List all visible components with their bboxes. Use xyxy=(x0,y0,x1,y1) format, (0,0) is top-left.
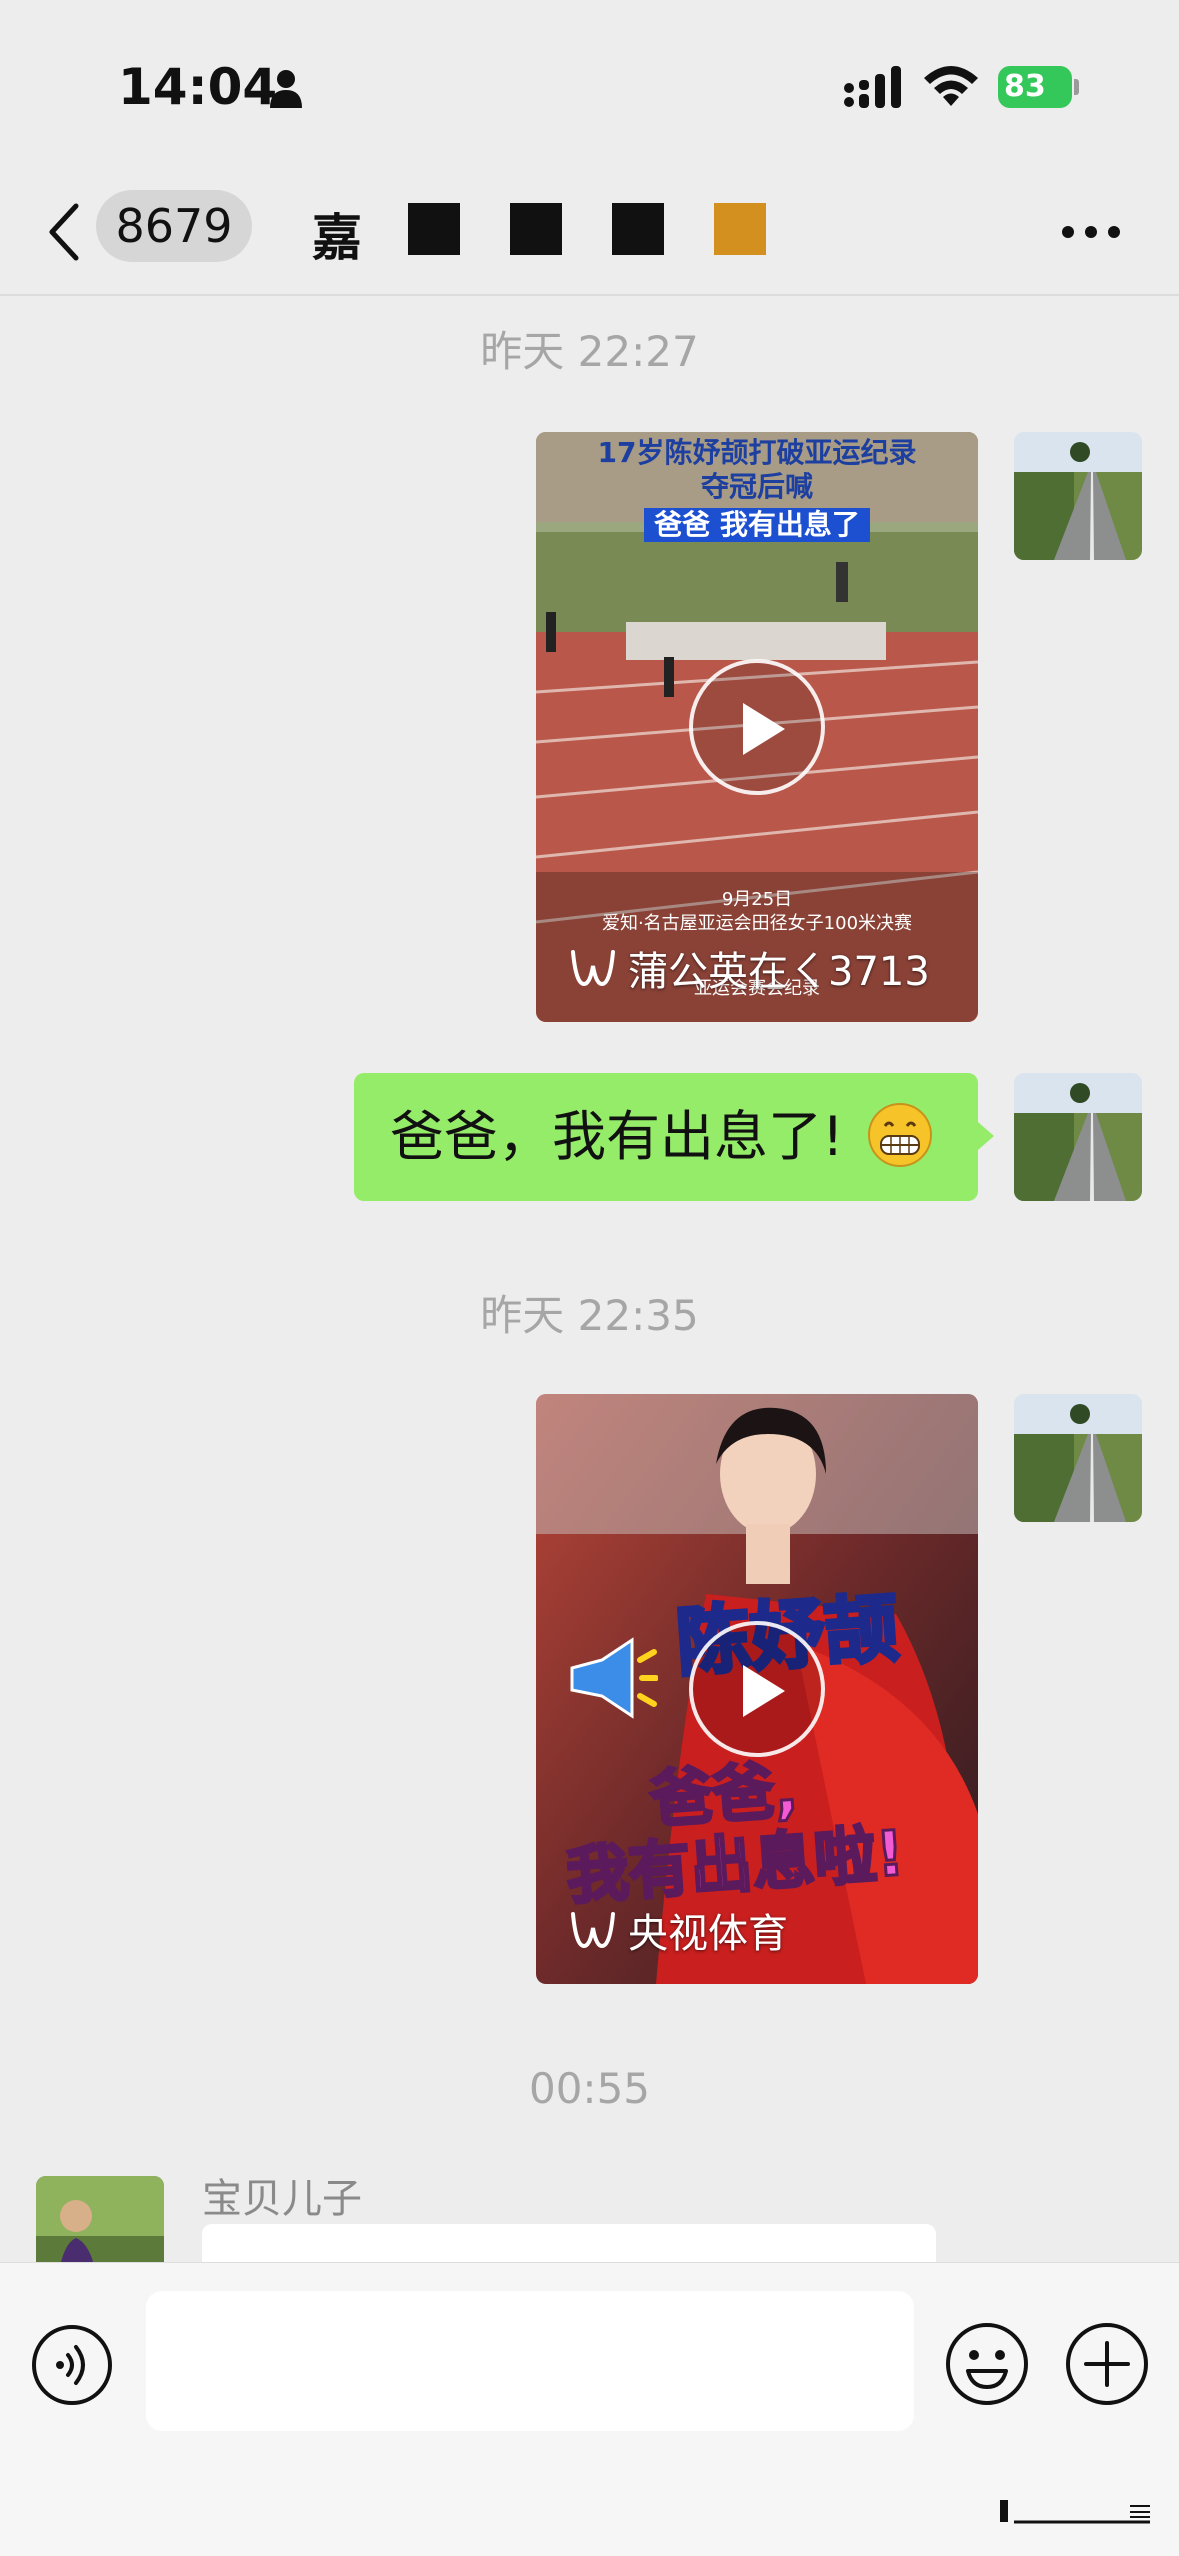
person-icon xyxy=(270,70,302,108)
video-message[interactable]: 17岁陈妤颉打破亚运纪录 夺冠后喊 爸爸 我有出息了 9月25日 爱知·名古屋亚… xyxy=(536,432,978,1022)
megaphone-icon xyxy=(570,1637,658,1719)
redaction-block xyxy=(408,203,460,255)
channels-icon xyxy=(571,1912,615,1949)
message-timestamp: 昨天 22:27 xyxy=(480,327,699,376)
home-indicator xyxy=(1000,2500,1150,2524)
channel-name: 蒲公英在ㄑ3713 xyxy=(628,949,930,995)
more-icon[interactable] xyxy=(1060,222,1122,242)
video-overlay-headline: 爸爸 我有出息了 xyxy=(644,508,870,542)
avatar[interactable] xyxy=(1014,432,1142,560)
video-caption-line: 爱知·名古屋亚运会田径女子100米决赛 xyxy=(601,913,913,934)
video-overlay-subtitle: 夺冠后喊 xyxy=(700,470,813,503)
battery-indicator: 83 xyxy=(998,66,1072,108)
video-message[interactable]: 陈妤颉 爸爸, 我有出息啦! 央视体育 xyxy=(536,1394,978,1984)
back-icon[interactable] xyxy=(44,202,82,262)
message-timestamp: 00:55 xyxy=(528,2064,651,2113)
wifi-icon xyxy=(924,66,978,106)
channel-source: 蒲公英在ㄑ3713 xyxy=(570,940,930,996)
status-time: 14:04 xyxy=(118,58,278,116)
message-text: 爸爸，我有出息了! xyxy=(390,1105,844,1168)
message-timestamp: 昨天 22:35 xyxy=(480,1291,699,1340)
outgoing-text-bubble[interactable]: 爸爸，我有出息了! xyxy=(354,1073,978,1201)
redaction-block xyxy=(714,203,766,255)
header-divider xyxy=(0,294,1179,296)
video-caption-date: 9月25日 xyxy=(721,889,793,910)
channel-source: 央视体育 xyxy=(570,1902,788,1958)
play-icon xyxy=(743,703,785,755)
signal-icon xyxy=(844,66,901,108)
chat-header: 8679 嘉 xyxy=(0,170,1179,294)
redaction-block xyxy=(612,203,664,255)
sender-name: 宝贝儿子 xyxy=(202,2176,362,2222)
avatar[interactable] xyxy=(1014,1073,1142,1201)
chat-title: 嘉 xyxy=(312,209,362,267)
redaction-block xyxy=(510,203,562,255)
battery-level: 83 xyxy=(1004,69,1046,104)
play-button[interactable] xyxy=(689,659,825,795)
emoji-icon[interactable] xyxy=(944,2321,1030,2407)
video-overlay-title: 17岁陈妤颉打破亚运纪录 xyxy=(597,436,917,469)
play-icon xyxy=(743,1665,785,1717)
grin-emoji-icon xyxy=(867,1103,932,1168)
status-bar: 14:04 83 xyxy=(0,0,1179,170)
bubble-tail xyxy=(978,1122,994,1150)
unread-count-badge[interactable]: 8679 xyxy=(96,190,252,262)
battery-cap xyxy=(1074,79,1079,95)
message-input[interactable] xyxy=(146,2291,914,2431)
plus-icon[interactable] xyxy=(1064,2321,1150,2407)
voice-icon[interactable] xyxy=(30,2323,114,2407)
avatar[interactable] xyxy=(1014,1394,1142,1522)
play-button[interactable] xyxy=(689,1621,825,1757)
channels-icon xyxy=(571,950,615,987)
channel-name: 央视体育 xyxy=(628,1911,788,1957)
